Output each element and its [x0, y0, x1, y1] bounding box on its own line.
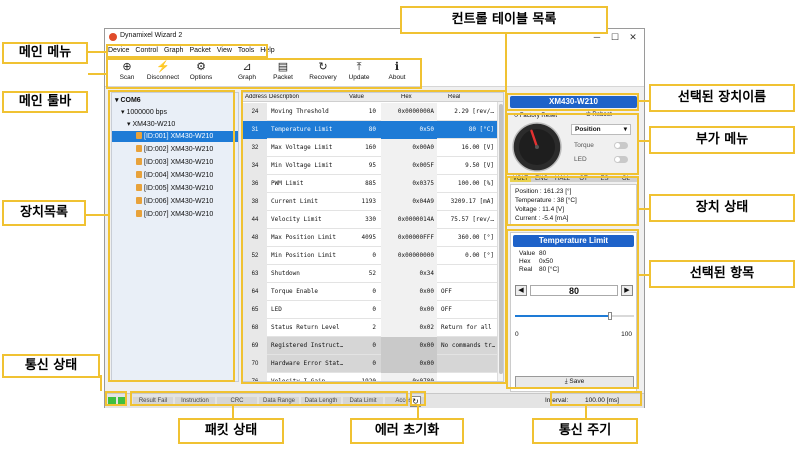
- highlight-control-table: [241, 90, 507, 384]
- label-main-toolbar: 메인 툴바: [2, 91, 88, 113]
- connector-control-table: [505, 34, 507, 90]
- maximize-button[interactable]: ☐: [606, 30, 624, 44]
- connector-device-list: [86, 214, 108, 216]
- label-packet-status: 패킷 상태: [178, 418, 284, 444]
- highlight-packet-status: [130, 391, 408, 406]
- label-comm-period: 통신 주기: [532, 418, 638, 444]
- connector-main-menu: [88, 51, 106, 53]
- connector-selected-device: [639, 100, 649, 102]
- highlight-device-list: [108, 90, 235, 382]
- highlight-main-menu: [106, 44, 268, 58]
- highlight-selected-item: [506, 229, 639, 389]
- connector-device-status: [639, 208, 649, 210]
- label-comm-status: 통신 상태: [2, 354, 100, 378]
- label-control-table: 컨트롤 테이블 목록: [400, 6, 608, 34]
- label-main-menu: 메인 메뉴: [2, 42, 88, 64]
- label-extra-menu: 부가 메뉴: [649, 126, 795, 154]
- connector-selected-item: [639, 274, 649, 276]
- label-device-status: 장치 상태: [649, 194, 795, 222]
- connector-main-toolbar: [88, 73, 106, 75]
- label-selected-device: 선택된 장치이름: [649, 84, 795, 112]
- highlight-comm-status: [105, 391, 127, 406]
- connector-extra-menu: [639, 140, 649, 142]
- highlight-selected-device: [506, 93, 639, 111]
- close-button[interactable]: ✕: [624, 30, 642, 44]
- connector-comm-status: [100, 375, 102, 391]
- highlight-main-toolbar: [106, 58, 422, 89]
- highlight-extra-menu: [506, 113, 639, 175]
- highlight-device-status: [506, 176, 639, 226]
- app-icon: [109, 33, 117, 41]
- label-error-reset: 에러 초기화: [350, 418, 464, 444]
- label-selected-item: 선택된 항목: [649, 260, 795, 288]
- highlight-comm-period: [550, 391, 642, 406]
- highlight-error-reset: [410, 391, 426, 406]
- label-device-list: 장치목록: [2, 200, 86, 226]
- window-title: Dynamixel Wizard 2: [120, 32, 183, 39]
